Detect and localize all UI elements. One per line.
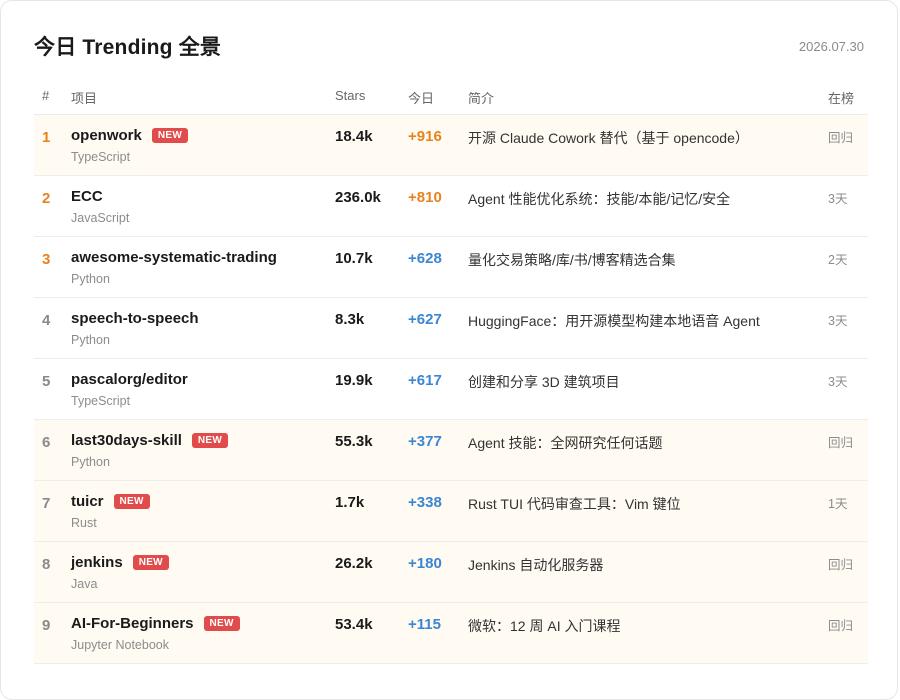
new-badge: NEW	[113, 494, 150, 509]
repo-name[interactable]: AI-For-Beginners	[71, 615, 194, 632]
today-stars: +916	[408, 128, 442, 145]
table-row[interactable]: 7 tuicr NEW Rust 1.7k +338 Rust TUI 代码审查工…	[34, 481, 868, 542]
table-row[interactable]: 9 AI-For-Beginners NEW Jupyter Notebook 5…	[34, 603, 868, 664]
repo-name-link[interactable]: tuicr NEW	[71, 493, 150, 510]
repo-name[interactable]: ECC	[71, 188, 103, 205]
table-row[interactable]: 4 speech-to-speech Python 8.3k +627 Hugg…	[34, 298, 868, 359]
onboard-status: 3天	[828, 314, 848, 328]
repo-name[interactable]: pascalorg/editor	[71, 371, 188, 388]
star-count: 18.4k	[335, 128, 373, 145]
rank: 8	[42, 556, 51, 573]
repo-description: 量化交易策略/库/书/博客精选合集	[468, 252, 676, 268]
today-stars: +180	[408, 555, 442, 572]
repo-name[interactable]: tuicr	[71, 493, 104, 510]
trending-table: # 项目 Stars 今日 简介 在榜 1 openwork NEW TypeSc…	[34, 77, 868, 664]
repo-language: TypeScript	[71, 150, 131, 164]
new-badge: NEW	[151, 128, 189, 143]
onboard-status: 2天	[828, 253, 848, 267]
column-header-onboard: 在榜	[828, 91, 855, 106]
repo-language: Python	[71, 333, 110, 347]
repo-name-link[interactable]: awesome-systematic-trading	[71, 249, 277, 266]
repo-name-link[interactable]: pascalorg/editor	[71, 371, 188, 388]
repo-language: Python	[71, 455, 110, 469]
repo-description: 微软：12 周 AI 入门课程	[468, 618, 621, 634]
column-header-rank: #	[42, 88, 50, 103]
repo-language: TypeScript	[71, 394, 131, 408]
repo-description: Agent 技能：全网研究任何话题	[468, 435, 663, 451]
repo-name-link[interactable]: ECC	[71, 188, 103, 205]
star-count: 19.9k	[335, 372, 373, 389]
table-row[interactable]: 2 ECC JavaScript 236.0k +810 Agent 性能优化系…	[34, 176, 868, 237]
repo-description: Jenkins 自动化服务器	[468, 557, 604, 573]
repo-name[interactable]: speech-to-speech	[71, 310, 199, 327]
repo-name[interactable]: jenkins	[71, 554, 123, 571]
onboard-status: 3天	[828, 192, 848, 206]
star-count: 1.7k	[335, 494, 365, 511]
table-row[interactable]: 6 last30days-skill NEW Python 55.3k +377 …	[34, 420, 868, 481]
new-badge: NEW	[191, 433, 229, 448]
rank: 9	[42, 617, 51, 634]
repo-name-link[interactable]: speech-to-speech	[71, 310, 199, 327]
today-stars: +628	[408, 250, 442, 267]
onboard-status: 回归	[828, 619, 854, 633]
repo-description: Rust TUI 代码审查工具：Vim 键位	[468, 496, 681, 512]
repo-name-link[interactable]: last30days-skill NEW	[71, 432, 229, 449]
new-badge: NEW	[132, 555, 169, 570]
rank: 4	[42, 312, 51, 329]
onboard-status: 回归	[828, 436, 854, 450]
today-stars: +377	[408, 433, 442, 450]
today-stars: +627	[408, 311, 442, 328]
repo-language: Rust	[71, 516, 97, 530]
repo-description: HuggingFace：用开源模型构建本地语音 Agent	[468, 313, 760, 329]
repo-language: Java	[71, 577, 98, 591]
repo-name[interactable]: openwork	[71, 127, 142, 144]
table-row[interactable]: 3 awesome-systematic-trading Python 10.7…	[34, 237, 868, 298]
table-row[interactable]: 1 openwork NEW TypeScript 18.4k +916 开源 C…	[34, 115, 868, 176]
rank: 3	[42, 251, 51, 268]
rank: 2	[42, 190, 51, 207]
column-header-today: 今日	[408, 91, 435, 106]
column-header-stars: Stars	[335, 88, 366, 103]
column-header-project: 项目	[71, 91, 98, 106]
new-badge: NEW	[203, 616, 240, 631]
rank: 6	[42, 434, 51, 451]
column-header-desc: 简介	[468, 91, 495, 106]
page-title: 今日 Trending 全景	[34, 36, 222, 59]
star-count: 236.0k	[335, 189, 381, 206]
repo-language: Python	[71, 272, 110, 286]
today-stars: +617	[408, 372, 442, 389]
repo-description: 创建和分享 3D 建筑项目	[468, 374, 620, 390]
repo-name-link[interactable]: AI-For-Beginners NEW	[71, 615, 240, 632]
onboard-status: 1天	[828, 497, 848, 511]
table-header: # 项目 Stars 今日 简介 在榜	[34, 77, 868, 115]
card-header: 今日 Trending 全景 2026.07.30	[34, 29, 864, 63]
rank: 5	[42, 373, 51, 390]
date-label: 2026.07.30	[798, 39, 864, 54]
repo-name-link[interactable]: jenkins NEW	[71, 554, 169, 571]
repo-name[interactable]: awesome-systematic-trading	[71, 249, 277, 266]
onboard-status: 回归	[828, 131, 854, 145]
onboard-status: 3天	[828, 375, 848, 389]
today-stars: +338	[408, 494, 442, 511]
repo-name[interactable]: last30days-skill	[71, 432, 182, 449]
table-row[interactable]: 8 jenkins NEW Java 26.2k +180 Jenkins 自动化…	[34, 542, 868, 603]
repo-language: Jupyter Notebook	[71, 638, 169, 652]
star-count: 55.3k	[335, 433, 373, 450]
repo-description: 开源 Claude Cowork 替代（基于 opencode）	[468, 130, 749, 146]
onboard-status: 回归	[828, 558, 854, 572]
repo-description: Agent 性能优化系统：技能/本能/记忆/安全	[468, 191, 731, 207]
repo-name-link[interactable]: openwork NEW	[71, 127, 189, 144]
trending-card: 今日 Trending 全景 2026.07.30 # 项目 Stars 今日 …	[0, 0, 898, 700]
star-count: 8.3k	[335, 311, 365, 328]
rank: 7	[42, 495, 51, 512]
today-stars: +115	[408, 616, 441, 633]
star-count: 10.7k	[335, 250, 373, 267]
repo-language: JavaScript	[71, 211, 130, 225]
table-row[interactable]: 5 pascalorg/editor TypeScript 19.9k +617…	[34, 359, 868, 420]
today-stars: +810	[408, 189, 442, 206]
star-count: 26.2k	[335, 555, 373, 572]
rank: 1	[42, 129, 51, 146]
star-count: 53.4k	[335, 616, 373, 633]
